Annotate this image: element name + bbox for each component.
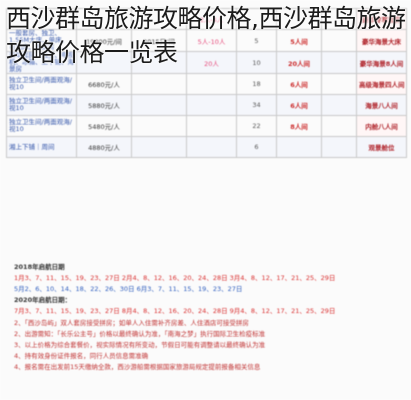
table-cell: 6人间 <box>276 73 322 95</box>
departure-schedule: 2018年启航日期 1月3、7、11、15、19、23、27日 2月4、8、12… <box>14 262 404 317</box>
table-cell: 独立卫生间/两面观海/视10 <box>6 94 77 116</box>
schedule-header: 2018年启航日期 <box>14 263 65 271</box>
table-cell: 独立卫生间/两面观海/视10 <box>6 73 77 95</box>
table-cell: 独立卫生间/两面观海/视10 <box>6 115 77 137</box>
table-cell: 高级海景四人间 <box>356 73 407 95</box>
table-row: 湘上下铺｜周间 4880元/人 6 观景舱位 <box>6 136 407 158</box>
table-cell: 22 <box>236 115 277 137</box>
table-cell <box>276 136 322 158</box>
table-cell <box>186 115 237 137</box>
table-cell <box>131 94 187 116</box>
table-row: 独立卫生间/两面观海/视10 6680元/人 18 6人间 高级海景四人间 <box>6 73 407 95</box>
table-cell: 内舱八人间 <box>356 115 407 137</box>
schedule-line: 2020年启航日期： <box>14 296 72 304</box>
table-cell: 6人间 <box>276 94 322 116</box>
table-cell <box>131 115 187 137</box>
table-row: 独立卫生间/两面观海/视10 5480元/人 22 8人间 内舱八人间 <box>6 115 407 137</box>
note-line: 2、出游需知：「长乐公主号」价格以最终确认为准，「南海之梦」执行国际卫生检疫标准 <box>14 330 266 338</box>
table-cell <box>321 136 357 158</box>
note-line: 3、以上价格为综合套餐价，视实际情况有所变动，节假日可能有调整请以最终确认为准 <box>14 341 266 349</box>
table-cell <box>186 94 237 116</box>
table-cell <box>321 73 357 95</box>
table-cell: 5480元/人 <box>76 115 132 137</box>
schedule-line: 1月3、7、11、15、19、23、27日 2月4、8、12、16、20、24、… <box>14 274 336 282</box>
table-cell: 6 <box>236 136 277 158</box>
table-cell: 5880元/人 <box>76 94 132 116</box>
table-cell <box>131 73 187 95</box>
schedule-line: 5月2、6、10、14、18、22、26、30日 6月3、7、11、15、19、… <box>14 285 243 293</box>
table-cell: 8人间 <box>276 115 322 137</box>
table-cell: 4880元/人 <box>76 136 132 158</box>
table-cell: 18 <box>236 73 277 95</box>
table-cell <box>321 115 357 137</box>
table-cell: 6680元/人 <box>76 73 132 95</box>
note-line: 2、「西沙岛屿」双人套房接受拼房；如单人入住需补齐房差、人住酒店可接受拼房 <box>14 319 249 327</box>
booking-notes: 2、「西沙岛屿」双人套房接受拼房；如单人入住需补齐房差、人住酒店可接受拼房 2、… <box>14 318 404 373</box>
schedule-line: 7月3、7、11、15、19、23、27日 8月4、8、12、16、20、24、… <box>14 307 336 315</box>
table-cell <box>321 94 357 116</box>
table-cell: 海景八人间 <box>356 94 407 116</box>
table-cell <box>186 73 237 95</box>
note-line: 4、持有效身份证件报名，同行人员信息需准确 <box>14 352 149 360</box>
table-cell: 34 <box>236 94 277 116</box>
table-cell: 湘上下铺｜周间 <box>6 136 77 158</box>
note-line: 4、报名需在出发前15天缴纳全款，西沙游船需根据国家旅游局规定提前报备相关信息 <box>14 363 261 371</box>
table-cell <box>131 136 187 158</box>
table-cell <box>186 136 237 158</box>
table-cell: 观景舱位 <box>356 136 407 158</box>
page-title-caption: 西沙群岛旅游攻略价格,西沙群岛旅游攻略价格一览表 <box>6 4 406 67</box>
table-row: 独立卫生间/两面观海/视10 5880元/人 34 6人间 海景八人间 <box>6 94 407 116</box>
